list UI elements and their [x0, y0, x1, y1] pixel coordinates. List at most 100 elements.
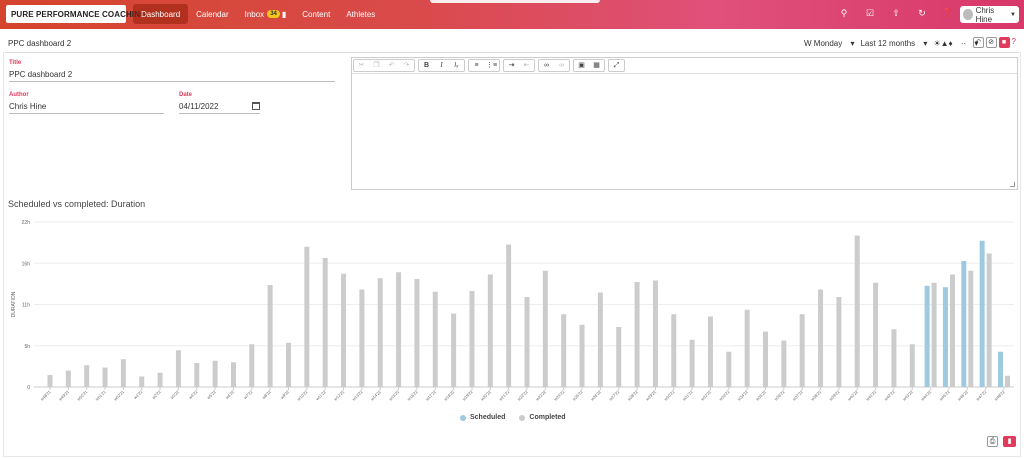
bar-completed — [542, 270, 548, 387]
save-icon[interactable]: ■ — [998, 37, 1010, 48]
bar-completed — [1005, 375, 1010, 387]
bar-completed — [359, 289, 365, 387]
bar-completed — [304, 246, 310, 387]
dashboard-toolbar: PPC dashboard 2 W Monday ▾ Last 12 month… — [0, 35, 1024, 51]
date-range-select[interactable]: Last 12 months ▾ — [860, 39, 927, 48]
unlink-icon[interactable]: ∞ — [554, 60, 569, 71]
bar-completed — [469, 291, 475, 387]
x-tick-label: w33'22 — [718, 389, 731, 402]
editor-toolbar: ✂ ❐ ↶ ↷ B I Iₓ ≡ ⋮≡ ⇥ ⇤ ∞ ∞ ▣ ▦ ⤢ — [352, 58, 1017, 74]
nav-athletes[interactable]: Athletes — [338, 4, 383, 24]
legend-completed-label: Completed — [529, 414, 566, 421]
copy-icon[interactable]: ❐ — [369, 60, 384, 71]
x-tick-label: w48'21 — [39, 389, 52, 402]
legend-completed[interactable]: Completed — [519, 414, 566, 421]
page-title: PPC dashboard 2 — [8, 39, 72, 48]
question-icon[interactable]: ? — [1012, 37, 1016, 48]
x-tick-label: w16'22 — [406, 389, 419, 402]
nav-content-label: Content — [302, 9, 331, 19]
numbered-list-icon[interactable]: ≡ — [469, 60, 484, 71]
upload-icon[interactable]: ⇧ — [890, 7, 902, 19]
nav-inbox-label: Inbox — [244, 9, 265, 19]
x-tick-label: w15'22 — [388, 389, 401, 402]
bar-completed — [891, 329, 897, 387]
table-icon[interactable]: ▦ — [589, 60, 604, 71]
nav-athletes-label: Athletes — [346, 9, 376, 19]
date-field[interactable]: 04/11/2022 — [179, 102, 260, 114]
week-start-select[interactable]: W Monday ▾ — [804, 39, 854, 48]
bar-completed — [854, 235, 860, 387]
bar-completed — [47, 375, 53, 387]
chart-title: Scheduled vs completed: Duration — [8, 199, 146, 209]
bar-completed — [744, 309, 750, 387]
chat-icon[interactable]: ▮ — [1003, 436, 1016, 447]
bar-completed — [267, 285, 273, 387]
nav-inbox[interactable]: Inbox 34 ▮ — [237, 4, 295, 24]
bar-completed — [689, 339, 695, 387]
search-icon[interactable]: ⚲ — [838, 7, 850, 19]
bar-scheduled — [979, 240, 985, 387]
help-icon[interactable]: ❓ — [942, 7, 954, 19]
x-tick-label: w42'22 — [883, 389, 896, 402]
nav-calendar[interactable]: Calendar — [188, 4, 236, 24]
indent-icon[interactable]: ⇥ — [504, 60, 519, 71]
cut-icon[interactable]: ✂ — [354, 60, 369, 71]
brand-logo[interactable]: PURE PERFORMANCE COACHING — [6, 5, 146, 23]
bullet-list-icon[interactable]: ⋮≡ — [484, 60, 499, 71]
fullscreen-icon[interactable]: ⤢ — [609, 60, 624, 71]
bar-completed — [322, 258, 328, 387]
legend-scheduled-swatch — [460, 414, 466, 421]
title-field[interactable]: PPC dashboard 2 — [9, 70, 335, 82]
link-icon[interactable]: ∞ — [539, 60, 554, 71]
x-tick-label: w18'22 — [443, 389, 456, 402]
check-square-icon[interactable]: ☑ — [864, 7, 876, 19]
bar-completed — [377, 278, 383, 387]
nav-content[interactable]: Content — [294, 4, 338, 24]
x-tick-label: w29'22 — [645, 389, 658, 402]
y-axis-label: DURATION — [11, 291, 17, 317]
x-tick-label: w7'22 — [243, 389, 254, 400]
x-tick-label: w24'22 — [553, 389, 566, 402]
bar-completed — [341, 273, 347, 387]
view-group: ⤢ — [608, 59, 625, 72]
brand-name: PURE PERFORMANCE COACHING — [11, 9, 147, 19]
bar-completed — [931, 282, 937, 387]
nav-dashboard[interactable]: Dashboard — [133, 4, 189, 24]
header-divider — [5, 52, 1019, 53]
x-tick-label: w34'22 — [736, 389, 749, 402]
undo-icon[interactable]: ↶ — [384, 60, 399, 71]
x-tick-label: w44'22 — [920, 389, 933, 402]
x-tick-label: w21'22 — [498, 389, 511, 402]
bar-scheduled — [998, 351, 1003, 387]
calendar-icon[interactable] — [252, 102, 260, 110]
back-icon[interactable]: ↶ — [972, 37, 984, 48]
sync-icon[interactable]: ↻ — [916, 7, 928, 19]
x-tick-label: w52'21 — [113, 389, 126, 402]
bar-completed — [873, 282, 879, 387]
redo-icon[interactable]: ↷ — [399, 60, 414, 71]
legend-scheduled[interactable]: Scheduled — [460, 414, 505, 421]
print-icon[interactable]: ⎙ — [987, 436, 998, 447]
notes-editor[interactable]: ✂ ❐ ↶ ↷ B I Iₓ ≡ ⋮≡ ⇥ ⇤ ∞ ∞ ▣ ▦ ⤢ — [351, 57, 1018, 190]
bold-icon[interactable]: B — [419, 60, 434, 71]
duration-bar-chart: 0 5h 11h 16h 22h DURATION w48'21 w49'21 w50'21 w5… — [11, 220, 1014, 402]
cancel-icon[interactable]: ⊘ — [985, 37, 997, 48]
resize-handle[interactable] — [1010, 182, 1015, 187]
x-tick-label: w22'22 — [516, 389, 529, 402]
caret-down-icon: ▼ — [1010, 11, 1016, 18]
x-tick-label: w47'22 — [975, 389, 988, 402]
x-tick-label: w9'22 — [279, 389, 290, 400]
bar-completed — [634, 282, 640, 387]
bar-completed — [65, 370, 71, 387]
user-menu[interactable]: Chris Hine ▼ — [960, 6, 1019, 24]
x-tick-label: w31'22 — [681, 389, 694, 402]
x-tick-label: w11'22 — [315, 389, 328, 402]
bar-completed — [671, 314, 677, 387]
italic-icon[interactable]: I — [434, 60, 449, 71]
x-tick-label: w26'22 — [590, 389, 603, 402]
x-tick-label: w49'21 — [58, 389, 71, 402]
outdent-icon[interactable]: ⇤ — [519, 60, 534, 71]
image-icon[interactable]: ▣ — [574, 60, 589, 71]
author-field[interactable]: Chris Hine — [9, 102, 164, 114]
clear-format-icon[interactable]: Iₓ — [449, 60, 464, 71]
